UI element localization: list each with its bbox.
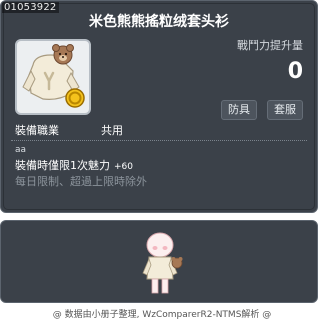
job-value: 共用 (101, 124, 123, 137)
character-preview (142, 232, 183, 294)
tag-slot: 套服 (267, 100, 303, 120)
footer-credit: @ 数据由小册子整理, WzComparerR2-NTMS解析 @ (52, 310, 272, 320)
ability-label: 戰鬥力提升量 (237, 39, 303, 52)
small-text: aa (15, 145, 27, 155)
power-value: 0 (287, 59, 303, 84)
effect-line: 裝備時僅限1次魅力 +60 (15, 157, 133, 173)
item-name: 米色熊熊搖粒绒套头衫 (89, 14, 229, 30)
divider (11, 140, 307, 141)
item-tooltip: 01053922 米色熊熊搖粒绒套头衫 戰鬥力提升量 0 防具 套服 裝備職業 (0, 0, 318, 213)
gold-coin-icon (65, 88, 85, 108)
limit-text: 每日限制、超過上限時除外 (15, 175, 147, 188)
effect-text: 裝備時僅限1次魅力 (15, 159, 110, 172)
item-icon-frame (15, 39, 91, 115)
character-preview-panel (0, 220, 318, 303)
effect-bonus: +60 (114, 162, 133, 172)
job-label: 裝備職業 (15, 124, 59, 137)
tag-armor: 防具 (221, 100, 257, 120)
